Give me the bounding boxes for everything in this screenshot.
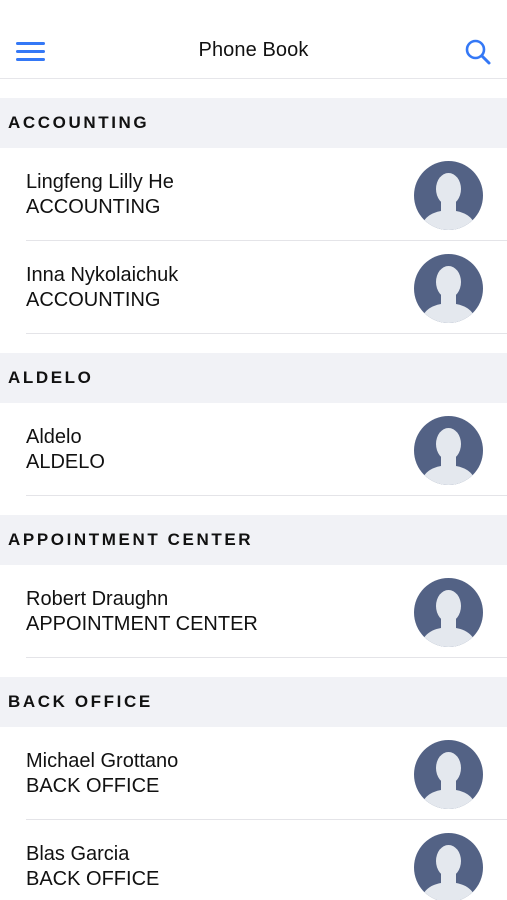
contact-name: Aldelo	[26, 426, 82, 448]
contact-department: BACK OFFICE	[26, 868, 160, 890]
avatar-person-icon	[414, 254, 483, 323]
contact-department: APPOINTMENT CENTER	[26, 613, 258, 635]
contact-name: Lingfeng Lilly He	[26, 171, 174, 193]
contact-department: ALDELO	[26, 451, 105, 473]
contact-row[interactable]: Michael Grottano BACK OFFICE	[0, 727, 507, 820]
row-divider	[26, 333, 507, 334]
row-divider	[26, 657, 507, 658]
contact-row[interactable]: Blas Garcia BACK OFFICE	[0, 820, 507, 900]
avatar-person-icon	[414, 740, 483, 809]
search-button[interactable]	[463, 37, 493, 67]
section-header: APPOINTMENT CENTER	[0, 515, 507, 565]
search-icon	[465, 39, 491, 65]
contact-text: Robert Draughn APPOINTMENT CENTER	[26, 587, 258, 637]
avatar-person-icon	[414, 833, 483, 900]
navigation-bar: Phone Book	[0, 0, 507, 79]
contact-row[interactable]: Aldelo ALDELO	[0, 403, 507, 496]
page-title: Phone Book	[198, 39, 309, 61]
section-header: ALDELO	[0, 353, 507, 403]
contact-name: Robert Draughn	[26, 588, 169, 610]
contact-text: Michael Grottano BACK OFFICE	[26, 749, 178, 799]
contact-name: Blas Garcia	[26, 843, 130, 865]
contact-text: Aldelo ALDELO	[26, 425, 105, 475]
contact-row[interactable]: Lingfeng Lilly He ACCOUNTING	[0, 148, 507, 241]
contact-text: Inna Nykolaichuk ACCOUNTING	[26, 263, 178, 313]
contact-text: Blas Garcia BACK OFFICE	[26, 842, 159, 892]
contact-department: ACCOUNTING	[26, 289, 161, 311]
contact-list[interactable]: ACCOUNTING Lingfeng Lilly He ACCOUNTING Inn…	[0, 79, 507, 900]
contact-department: BACK OFFICE	[26, 775, 160, 797]
contact-department: ACCOUNTING	[26, 196, 161, 218]
list-top-spacer	[0, 79, 507, 98]
contact-name: Michael Grottano	[26, 750, 179, 772]
avatar-person-icon	[414, 161, 483, 230]
contact-name: Inna Nykolaichuk	[26, 264, 179, 286]
contact-row[interactable]: Inna Nykolaichuk ACCOUNTING	[0, 241, 507, 334]
row-divider	[26, 495, 507, 496]
section-header: BACK OFFICE	[0, 677, 507, 727]
contact-row[interactable]: Robert Draughn APPOINTMENT CENTER	[0, 565, 507, 658]
section-header: ACCOUNTING	[0, 98, 507, 148]
avatar-person-icon	[414, 416, 483, 485]
avatar-person-icon	[414, 578, 483, 647]
phone-book-screen: Phone Book ACCOUNTING Lingfeng Lilly He AC…	[0, 0, 507, 900]
contact-text: Lingfeng Lilly He ACCOUNTING	[26, 170, 174, 220]
